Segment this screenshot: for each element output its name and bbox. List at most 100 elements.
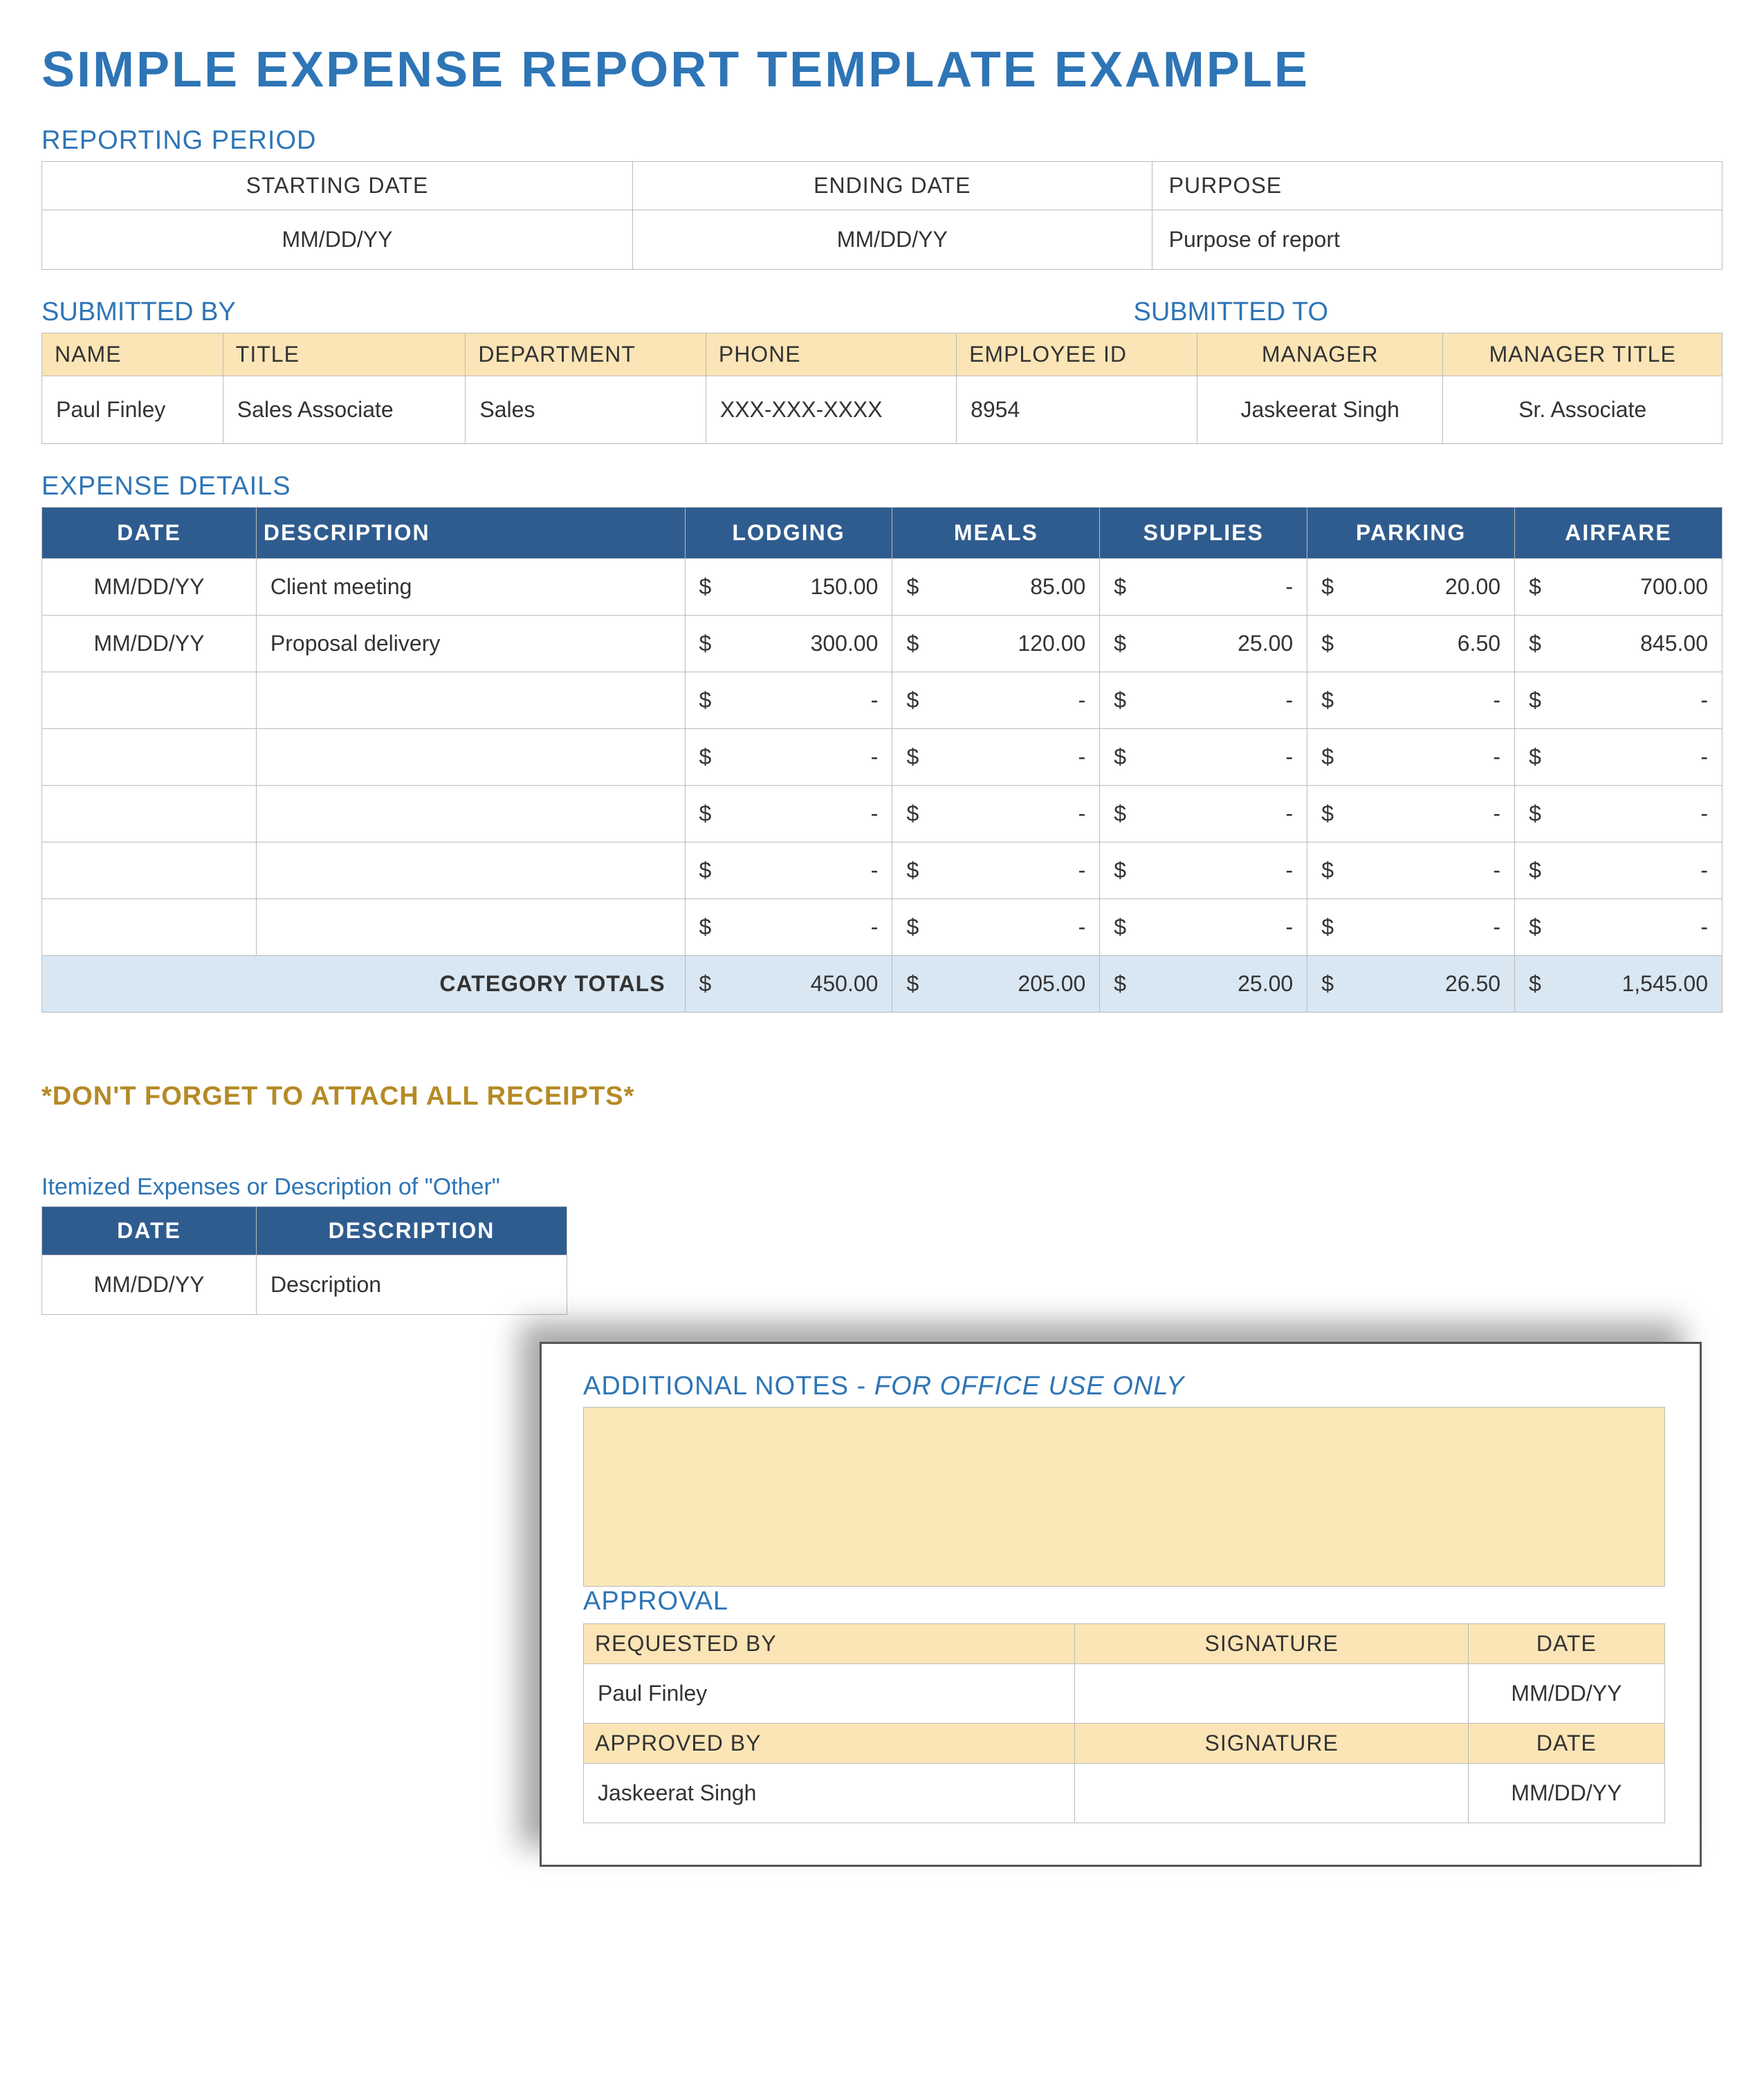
- expense-supplies[interactable]: $-: [1100, 842, 1307, 899]
- expense-description[interactable]: [256, 842, 685, 899]
- expense-airfare[interactable]: $-: [1515, 786, 1722, 842]
- expense-description[interactable]: [256, 899, 685, 956]
- end-date-value[interactable]: MM/DD/YY: [632, 210, 1152, 270]
- expense-description[interactable]: [256, 786, 685, 842]
- expense-lodging[interactable]: $150.00: [685, 559, 892, 616]
- additional-notes-box[interactable]: [583, 1407, 1665, 1587]
- expense-description[interactable]: [256, 729, 685, 786]
- itemized-table: DATE DESCRIPTION MM/DD/YY Description: [42, 1206, 567, 1315]
- total-lodging[interactable]: $450.00: [685, 956, 892, 1013]
- col-department: DEPARTMENT: [466, 333, 706, 376]
- expense-date[interactable]: MM/DD/YY: [42, 616, 257, 672]
- col-meals: MEALS: [892, 508, 1100, 559]
- itemized-col-date: DATE: [42, 1207, 257, 1255]
- expense-meals[interactable]: $-: [892, 729, 1100, 786]
- office-use-panel: ADDITIONAL NOTES - FOR OFFICE USE ONLY A…: [540, 1342, 1702, 1867]
- manager-title-value[interactable]: Sr. Associate: [1443, 376, 1722, 444]
- page-title: SIMPLE EXPENSE REPORT TEMPLATE EXAMPLE: [42, 42, 1722, 98]
- expense-airfare[interactable]: $-: [1515, 842, 1722, 899]
- requested-signature[interactable]: [1075, 1664, 1468, 1724]
- phone-value[interactable]: XXX-XXX-XXXX: [706, 376, 956, 444]
- expense-parking[interactable]: $-: [1307, 672, 1515, 729]
- expense-table: DATE DESCRIPTION LODGING MEALS SUPPLIES …: [42, 507, 1722, 1013]
- requested-date[interactable]: MM/DD/YY: [1468, 1664, 1664, 1724]
- expense-row: $-$-$-$-$-: [42, 899, 1722, 956]
- expense-lodging[interactable]: $-: [685, 729, 892, 786]
- expense-description[interactable]: Proposal delivery: [256, 616, 685, 672]
- expense-parking[interactable]: $-: [1307, 786, 1515, 842]
- expense-airfare[interactable]: $700.00: [1515, 559, 1722, 616]
- expense-meals[interactable]: $-: [892, 672, 1100, 729]
- start-date-value[interactable]: MM/DD/YY: [42, 210, 633, 270]
- expense-lodging[interactable]: $300.00: [685, 616, 892, 672]
- expense-date[interactable]: [42, 842, 257, 899]
- employee-id-value[interactable]: 8954: [957, 376, 1197, 444]
- expense-airfare[interactable]: $-: [1515, 672, 1722, 729]
- total-supplies[interactable]: $25.00: [1100, 956, 1307, 1013]
- category-totals-row: CATEGORY TOTALS$450.00$205.00$25.00$26.5…: [42, 956, 1722, 1013]
- expense-description[interactable]: Client meeting: [256, 559, 685, 616]
- expense-parking[interactable]: $-: [1307, 899, 1515, 956]
- expense-date[interactable]: [42, 899, 257, 956]
- notes-label-prefix: ADDITIONAL NOTES -: [583, 1372, 874, 1401]
- manager-value[interactable]: Jaskeerat Singh: [1197, 376, 1443, 444]
- expense-supplies[interactable]: $-: [1100, 672, 1307, 729]
- expense-meals[interactable]: $120.00: [892, 616, 1100, 672]
- expense-parking[interactable]: $-: [1307, 842, 1515, 899]
- col-requested-by: REQUESTED BY: [584, 1624, 1075, 1664]
- expense-date[interactable]: [42, 729, 257, 786]
- itemized-description-value[interactable]: Description: [257, 1255, 567, 1315]
- expense-row: $-$-$-$-$-: [42, 672, 1722, 729]
- expense-airfare[interactable]: $-: [1515, 729, 1722, 786]
- expense-meals[interactable]: $-: [892, 899, 1100, 956]
- expense-meals[interactable]: $-: [892, 842, 1100, 899]
- expense-date[interactable]: MM/DD/YY: [42, 559, 257, 616]
- expense-lodging[interactable]: $-: [685, 899, 892, 956]
- purpose-value[interactable]: Purpose of report: [1152, 210, 1722, 270]
- expense-airfare[interactable]: $845.00: [1515, 616, 1722, 672]
- col-date: DATE: [1468, 1624, 1664, 1664]
- reporting-period-table: STARTING DATE ENDING DATE PURPOSE MM/DD/…: [42, 161, 1722, 270]
- expense-parking[interactable]: $-: [1307, 729, 1515, 786]
- expense-airfare[interactable]: $-: [1515, 899, 1722, 956]
- expense-supplies[interactable]: $-: [1100, 559, 1307, 616]
- expense-meals[interactable]: $85.00: [892, 559, 1100, 616]
- submitted-by-label: SUBMITTED BY: [42, 297, 236, 327]
- expense-parking[interactable]: $6.50: [1307, 616, 1515, 672]
- approved-date[interactable]: MM/DD/YY: [1468, 1764, 1664, 1823]
- expense-row: $-$-$-$-$-: [42, 842, 1722, 899]
- col-employee-id: EMPLOYEE ID: [957, 333, 1197, 376]
- expense-supplies[interactable]: $25.00: [1100, 616, 1307, 672]
- expense-lodging[interactable]: $-: [685, 786, 892, 842]
- col-signature: SIGNATURE: [1075, 1624, 1468, 1664]
- expense-supplies[interactable]: $-: [1100, 786, 1307, 842]
- col-name: NAME: [42, 333, 223, 376]
- department-value[interactable]: Sales: [466, 376, 706, 444]
- total-airfare[interactable]: $1,545.00: [1515, 956, 1722, 1013]
- expense-meals[interactable]: $-: [892, 786, 1100, 842]
- col-date-2: DATE: [1468, 1724, 1664, 1764]
- title-value[interactable]: Sales Associate: [223, 376, 466, 444]
- expense-row: $-$-$-$-$-: [42, 729, 1722, 786]
- requested-by-value[interactable]: Paul Finley: [584, 1664, 1075, 1724]
- reporting-period-row: MM/DD/YY MM/DD/YY Purpose of report: [42, 210, 1722, 270]
- expense-lodging[interactable]: $-: [685, 672, 892, 729]
- expense-supplies[interactable]: $-: [1100, 899, 1307, 956]
- approval-label: APPROVAL: [583, 1587, 1665, 1616]
- col-date: DATE: [42, 508, 257, 559]
- approved-signature[interactable]: [1075, 1764, 1468, 1823]
- expense-description[interactable]: [256, 672, 685, 729]
- total-parking[interactable]: $26.50: [1307, 956, 1515, 1013]
- category-totals-label: CATEGORY TOTALS: [42, 956, 686, 1013]
- expense-lodging[interactable]: $-: [685, 842, 892, 899]
- expense-supplies[interactable]: $-: [1100, 729, 1307, 786]
- name-value[interactable]: Paul Finley: [42, 376, 223, 444]
- expense-parking[interactable]: $20.00: [1307, 559, 1515, 616]
- expense-date[interactable]: [42, 672, 257, 729]
- total-meals[interactable]: $205.00: [892, 956, 1100, 1013]
- expense-date[interactable]: [42, 786, 257, 842]
- col-start-date: STARTING DATE: [42, 162, 633, 210]
- itemized-date-value[interactable]: MM/DD/YY: [42, 1255, 257, 1315]
- col-description: DESCRIPTION: [256, 508, 685, 559]
- approved-by-value[interactable]: Jaskeerat Singh: [584, 1764, 1075, 1823]
